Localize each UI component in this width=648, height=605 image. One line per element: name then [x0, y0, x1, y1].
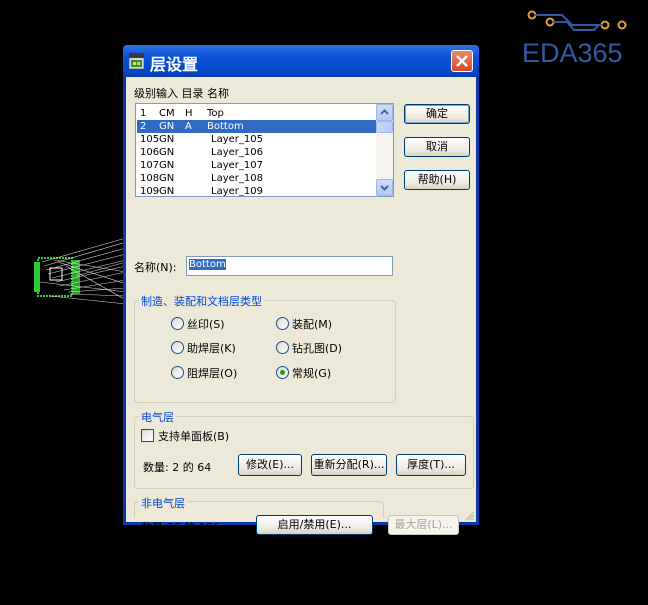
- name-field-label: 名称(N):: [134, 261, 177, 274]
- dialog-title-bar[interactable]: 层设置: [123, 45, 479, 77]
- layer-list-row[interactable]: 2 GN A Bottom: [137, 120, 377, 133]
- thickness-button[interactable]: 厚度(T)...: [396, 454, 466, 476]
- help-button[interactable]: 帮助(H): [404, 170, 470, 190]
- layer-list-row[interactable]: 106 GN Layer_106: [137, 146, 377, 159]
- cancel-button[interactable]: 取消: [404, 137, 470, 157]
- row-dir: CM: [159, 108, 175, 119]
- name-input-value: Bottom: [189, 259, 226, 270]
- modify-button[interactable]: 修改(E)...: [238, 454, 302, 476]
- eda365-brand-text: EDA365: [522, 38, 623, 68]
- layer-type-radio-label: 阻焊层(O): [187, 367, 238, 380]
- layer-list-row[interactable]: 109 GN Layer_109: [137, 185, 377, 197]
- row-flag: A: [185, 121, 192, 132]
- row-level: 106: [140, 147, 160, 158]
- reassign-button[interactable]: 重新分配(R)...: [311, 454, 387, 476]
- layer-list[interactable]: 1 CM H Top 2 GN A Bottom 105 GN Layer_105 106 GN Laye…: [135, 103, 394, 197]
- non-electrical-count-text: 数量:26 的 186: [141, 521, 220, 534]
- row-level: 105: [140, 134, 160, 145]
- row-name: Layer_108: [211, 173, 263, 184]
- row-name: Layer_107: [211, 160, 263, 171]
- layer-settings-dialog: 层设置 级别输入 目录 名称 1 CM H Top 2 GN A Bottom 105 GN Lay…: [123, 45, 479, 535]
- electrical-count-text: 数量: 2 的 64: [143, 461, 212, 474]
- layer-list-row[interactable]: 108 GN Layer_108: [137, 172, 377, 185]
- row-dir: GN: [159, 147, 175, 158]
- layer-type-radio[interactable]: [171, 341, 184, 354]
- single-sided-label: 支持单面板(B): [158, 430, 230, 443]
- row-name: Layer_106: [211, 147, 263, 158]
- scroll-down-button[interactable]: [376, 179, 393, 196]
- layer-type-radio[interactable]: [276, 317, 289, 330]
- non-electrical-layer-group-title: 非电气层: [139, 495, 187, 511]
- max-layer-button: 最大层(L)...: [388, 515, 459, 535]
- row-level: 107: [140, 160, 160, 171]
- doc-layer-type-group-title: 制造、装配和文档层类型: [139, 293, 264, 309]
- layer-type-radio[interactable]: [276, 341, 289, 354]
- layer-type-radio-label: 装配(M): [292, 318, 333, 331]
- layer-list-row[interactable]: 1 CM H Top: [137, 107, 377, 120]
- chevron-up-icon: [380, 109, 389, 115]
- list-header: 级别输入 目录 名称: [134, 87, 229, 100]
- ok-button[interactable]: 确定: [404, 104, 470, 124]
- close-button[interactable]: [451, 50, 473, 72]
- layer-type-radio-label: 助焊层(K): [187, 342, 236, 355]
- scroll-up-button[interactable]: [376, 104, 393, 121]
- layer-type-radio-label: 丝印(S): [187, 318, 225, 331]
- row-dir: GN: [159, 134, 175, 145]
- row-level: 108: [140, 173, 160, 184]
- layer-type-radio[interactable]: [171, 317, 184, 330]
- row-level: 2: [140, 121, 147, 132]
- row-level: 109: [140, 186, 160, 197]
- pcb-artwork-background: [34, 237, 126, 305]
- row-name: Layer_105: [211, 134, 263, 145]
- layer-list-row[interactable]: 107 GN Layer_107: [137, 159, 377, 172]
- electrical-layer-group: [134, 416, 474, 489]
- chevron-down-icon: [380, 185, 389, 191]
- dialog-title: 层设置: [150, 55, 199, 74]
- dialog-client-area: 级别输入 目录 名称 1 CM H Top 2 GN A Bottom 105 GN Layer_1…: [126, 77, 476, 535]
- list-scrollbar[interactable]: [376, 104, 393, 196]
- resize-grip-icon[interactable]: [463, 509, 475, 521]
- scroll-thumb[interactable]: [376, 121, 393, 133]
- close-icon: [456, 55, 468, 67]
- row-name: Bottom: [207, 121, 244, 132]
- single-sided-checkbox[interactable]: [141, 429, 154, 442]
- layer-type-radio[interactable]: [171, 366, 184, 379]
- row-name: Layer_109: [211, 186, 263, 197]
- row-dir: GN: [159, 121, 175, 132]
- layer-type-radio-label: 钻孔图(D): [292, 342, 343, 355]
- row-level: 1: [140, 108, 147, 119]
- layer-list-row[interactable]: 105 GN Layer_105: [137, 133, 377, 146]
- layer-type-radio-label: 常规(G): [292, 367, 332, 380]
- row-flag: H: [185, 108, 193, 119]
- name-input[interactable]: Bottom: [186, 256, 393, 276]
- row-dir: GN: [159, 160, 175, 171]
- row-dir: GN: [159, 186, 175, 197]
- electrical-layer-group-title: 电气层: [139, 409, 176, 425]
- row-dir: GN: [159, 173, 175, 184]
- enable-disable-button[interactable]: 启用/禁用(E)...: [256, 515, 373, 535]
- layer-type-radio[interactable]: [276, 366, 289, 379]
- row-name: Top: [207, 108, 224, 119]
- pads-app-icon: [129, 53, 144, 69]
